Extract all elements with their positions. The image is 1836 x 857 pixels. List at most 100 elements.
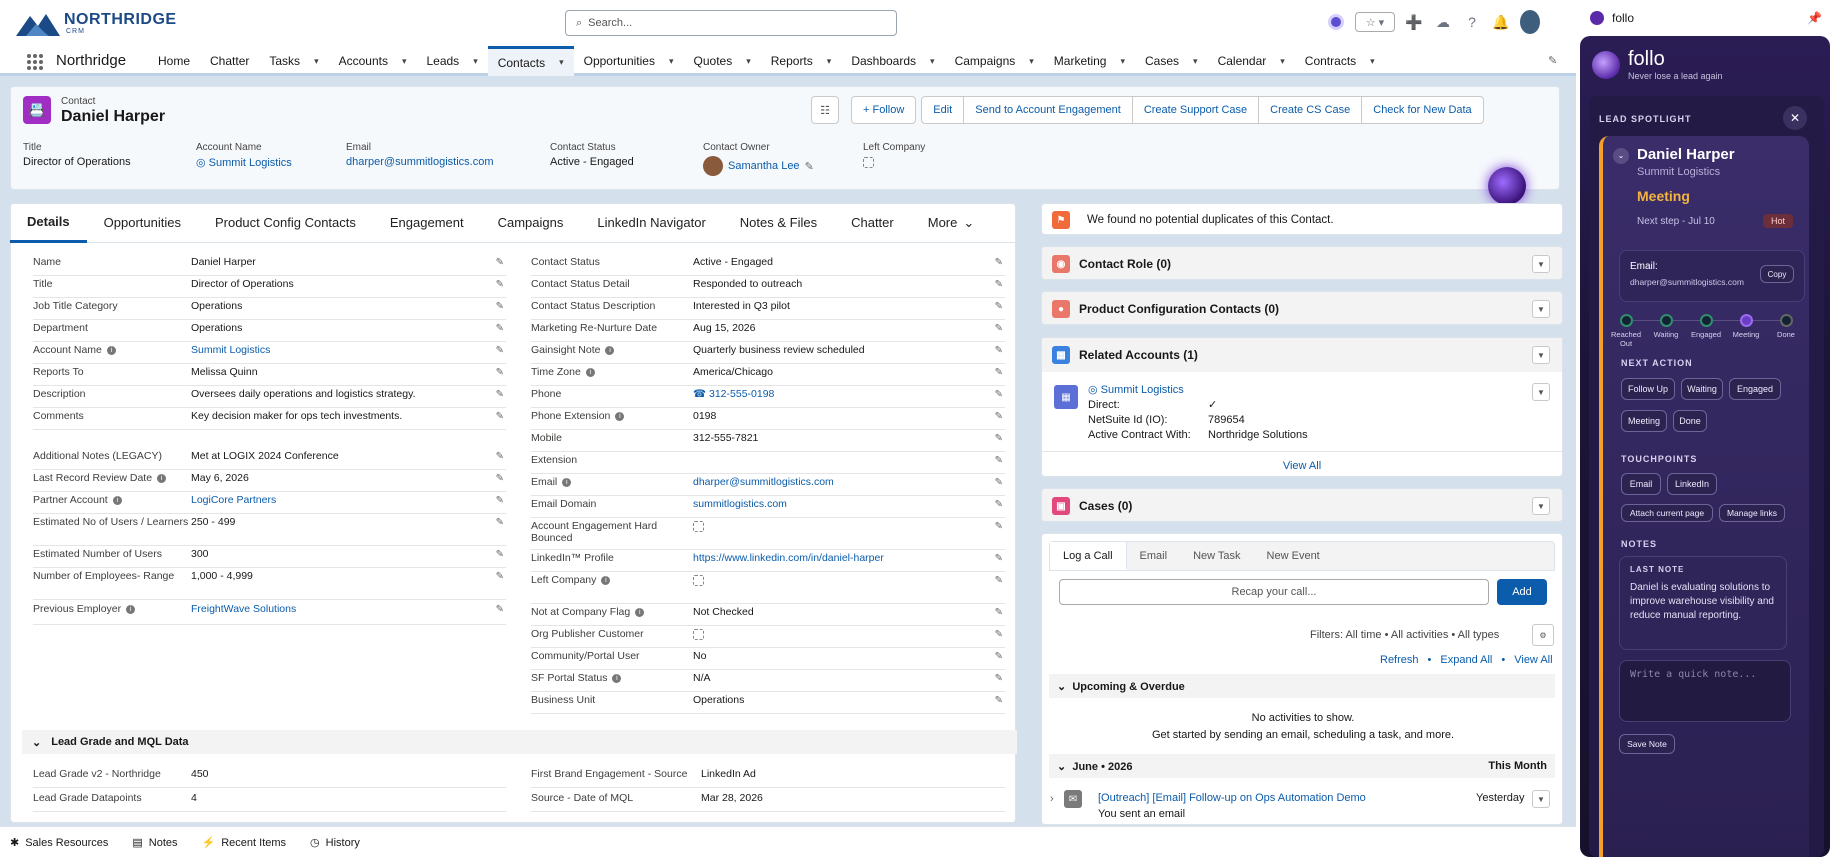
account-link[interactable]: ◎ Summit Logistics — [196, 156, 292, 169]
add-call-button[interactable]: Add — [1497, 579, 1547, 605]
info-icon[interactable]: i — [157, 473, 167, 483]
info-icon[interactable]: i — [612, 673, 622, 683]
pcc-menu[interactable]: ▼ — [1532, 300, 1550, 318]
nav-leads[interactable]: Leads ▾ — [416, 46, 487, 76]
edit-pencil-icon[interactable]: ✎ — [496, 411, 504, 422]
log-tab-3[interactable]: New Event — [1254, 542, 1333, 570]
edit-pencil-icon[interactable]: ✎ — [496, 323, 504, 334]
create-cs-case-button[interactable]: Create CS Case — [1258, 96, 1363, 124]
chevron-down-icon[interactable]: ▾ — [1370, 56, 1375, 67]
info-icon[interactable]: i — [605, 345, 615, 355]
chevron-down-icon[interactable]: ▾ — [1193, 56, 1198, 67]
tab-0[interactable]: Details — [10, 203, 87, 243]
edit-pencil-icon[interactable]: ✎ — [995, 651, 1003, 662]
tab-8[interactable]: More ⌄ — [911, 203, 992, 243]
next-action-2[interactable]: Engaged — [1729, 378, 1781, 400]
email-link[interactable]: dharper@summitlogistics.com — [346, 156, 494, 168]
next-action-0[interactable]: Follow Up — [1621, 378, 1675, 400]
nav-opportunities[interactable]: Opportunities ▾ — [574, 46, 684, 76]
log-tab-0[interactable]: Log a Call — [1050, 542, 1127, 570]
util-sales-resources[interactable]: ✱ Sales Resources — [10, 836, 108, 849]
chevron-down-icon[interactable]: ▾ — [1120, 56, 1125, 67]
chevron-down-icon[interactable]: ▾ — [669, 56, 674, 67]
edit-pencil-icon[interactable]: ✎ — [995, 499, 1003, 510]
edit-pencil-icon[interactable]: ✎ — [995, 411, 1003, 422]
util-history[interactable]: ◷ History — [310, 836, 360, 849]
nav-quotes[interactable]: Quotes ▾ — [684, 46, 761, 76]
chevron-down-icon[interactable]: ▾ — [402, 56, 407, 67]
user-avatar-icon[interactable] — [1520, 10, 1540, 34]
info-icon[interactable]: i — [635, 607, 645, 617]
assistant-icon[interactable] — [1326, 12, 1346, 32]
change-owner-icon[interactable]: ✎ — [805, 160, 814, 173]
tab-7[interactable]: Chatter — [834, 203, 911, 243]
field-value[interactable]: ☎ 312-555-0198 — [693, 388, 1005, 400]
expand-activity-icon[interactable]: › — [1050, 793, 1054, 805]
tab-4[interactable]: Campaigns — [481, 203, 581, 243]
chevron-down-icon[interactable]: ▾ — [746, 56, 751, 67]
nav-chatter[interactable]: Chatter — [200, 46, 259, 76]
help-icon[interactable]: ? — [1462, 12, 1482, 32]
edit-pencil-icon[interactable]: ✎ — [995, 345, 1003, 356]
tab-5[interactable]: LinkedIn Navigator — [580, 203, 722, 243]
edit-pencil-icon[interactable]: ✎ — [496, 451, 504, 462]
collapse-icon[interactable]: ⌄ — [1613, 148, 1629, 164]
filters-text[interactable]: Filters: All time • All activities • All… — [1310, 629, 1499, 641]
edit-pencil-icon[interactable]: ✎ — [995, 323, 1003, 334]
edit-pencil-icon[interactable]: ✎ — [995, 629, 1003, 640]
stage-step[interactable]: Engaged — [1689, 314, 1723, 339]
save-note-button[interactable]: Save Note — [1619, 734, 1675, 754]
create-support-case-button[interactable]: Create Support Case — [1131, 96, 1260, 124]
edit-pencil-icon[interactable]: ✎ — [496, 367, 504, 378]
nav-contacts[interactable]: Contacts ▾ — [487, 46, 574, 76]
manage-links-button[interactable]: Manage links — [1719, 504, 1785, 522]
info-icon[interactable]: i — [562, 477, 572, 487]
chevron-down-icon[interactable]: ▾ — [473, 56, 478, 67]
copy-email-button[interactable]: Copy — [1760, 265, 1794, 283]
edit-pencil-icon[interactable]: ✎ — [496, 301, 504, 312]
edit-pencil-icon[interactable]: ✎ — [496, 345, 504, 356]
attach-page-button[interactable]: Attach current page — [1621, 504, 1713, 522]
check-new-data-button[interactable]: Check for New Data — [1361, 96, 1484, 124]
edit-pencil-icon[interactable]: ✎ — [995, 521, 1003, 532]
pcc-card[interactable]: ● Product Configuration Contacts (0) ▼ — [1041, 291, 1563, 325]
chevron-down-icon[interactable]: ▾ — [930, 56, 935, 67]
util-notes[interactable]: ▤ Notes — [132, 836, 177, 849]
edit-pencil-icon[interactable]: ✎ — [496, 495, 504, 506]
add-icon[interactable]: ➕ — [1404, 12, 1424, 32]
related-account-row-menu[interactable]: ▼ — [1532, 383, 1550, 401]
edit-pencil-icon[interactable]: ✎ — [995, 433, 1003, 444]
view-all-activity-link[interactable]: View All — [1514, 654, 1552, 666]
edit-pencil-icon[interactable]: ✎ — [995, 389, 1003, 400]
log-tab-2[interactable]: New Task — [1180, 542, 1253, 570]
edit-pencil-icon[interactable]: ✎ — [995, 695, 1003, 706]
month-section[interactable]: ⌄ June • 2026 This Month — [1049, 754, 1555, 778]
info-icon[interactable]: i — [585, 367, 595, 377]
global-search-input[interactable]: ⌕ Search... — [565, 10, 897, 36]
edit-pencil-icon[interactable]: ✎ — [995, 367, 1003, 378]
edit-pencil-icon[interactable]: ✎ — [995, 553, 1003, 564]
pin-icon[interactable]: 📌 — [1807, 11, 1822, 25]
nav-home[interactable]: Home — [148, 46, 200, 76]
edit-pencil-icon[interactable]: ✎ — [995, 455, 1003, 466]
edit-pencil-icon[interactable]: ✎ — [496, 517, 504, 528]
next-action-4[interactable]: Done — [1673, 410, 1707, 432]
related-accounts-menu[interactable]: ▼ — [1532, 346, 1550, 364]
chevron-down-icon[interactable]: ▾ — [314, 56, 319, 67]
edit-pencil-icon[interactable]: ✎ — [496, 389, 504, 400]
refresh-link[interactable]: Refresh — [1380, 654, 1419, 666]
upcoming-section[interactable]: ⌄ Upcoming & Overdue — [1049, 674, 1555, 698]
nav-tasks[interactable]: Tasks ▾ — [259, 46, 328, 76]
nav-marketing[interactable]: Marketing ▾ — [1044, 46, 1135, 76]
related-account-link[interactable]: ◎ Summit Logistics — [1088, 383, 1308, 398]
chevron-down-icon[interactable]: ▾ — [1029, 56, 1034, 67]
view-all-accounts-link[interactable]: View All — [1042, 451, 1562, 472]
touch-linkedin-button[interactable]: LinkedIn — [1667, 473, 1717, 495]
chevron-down-icon[interactable]: ▾ — [1280, 56, 1285, 67]
field-value[interactable]: dharper@summitlogistics.com — [693, 476, 1005, 488]
brand-logo[interactable]: NORTHRIDGE CRM — [16, 10, 177, 36]
app-launcher-icon[interactable] — [27, 54, 43, 70]
cases-menu[interactable]: ▼ — [1532, 497, 1550, 515]
field-value[interactable]: Summit Logistics — [191, 344, 506, 356]
nav-cases[interactable]: Cases ▾ — [1135, 46, 1208, 76]
